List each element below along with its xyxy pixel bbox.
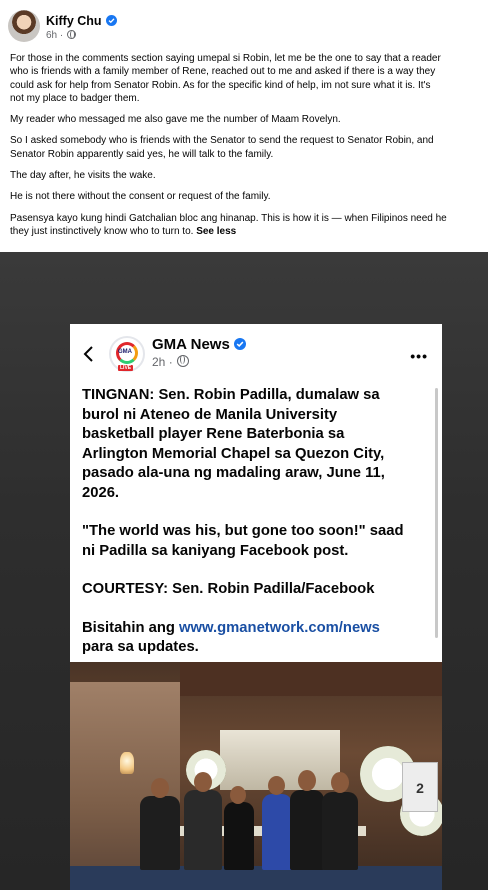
text-line: Senator Robin apparently said yes, he wi… xyxy=(10,148,274,160)
paragraph-4: The day after, he visits the wake. xyxy=(10,169,488,182)
author-name[interactable]: Kiffy Chu xyxy=(46,14,102,28)
text-line-with-see-less: they just instinctively know who to turn… xyxy=(10,225,488,238)
shared-post-time: 2h xyxy=(152,355,166,369)
gma-link: www.gmanetwork.com/news xyxy=(179,619,380,636)
person-head xyxy=(230,786,246,804)
visit-prefix: Bisitahin ang xyxy=(82,619,180,636)
carpet xyxy=(70,866,442,890)
person xyxy=(224,802,254,870)
text-line: could ask for help from Senator Robin. A… xyxy=(10,79,431,91)
jersey-display: 2 xyxy=(402,762,438,812)
text-line: My reader who messaged me also gave me t… xyxy=(10,114,341,126)
page-name-row: GMA News xyxy=(152,336,246,353)
globe-icon xyxy=(177,355,190,367)
screenshot-card: GMA LIVE GMA News 2h · ••• TINGNAN: Sen.… xyxy=(70,324,442,890)
person-head xyxy=(151,778,169,798)
wall-lamp xyxy=(120,752,134,774)
verified-badge-icon xyxy=(233,338,246,350)
gma-news-logo: GMA LIVE xyxy=(109,336,145,372)
paragraph-6: Pasensya kayo kung hindi Gatchalian bloc… xyxy=(10,212,488,239)
ceiling xyxy=(180,662,442,696)
scrollbar xyxy=(435,388,438,638)
paragraph-5: He is not there without the consent or r… xyxy=(10,190,488,203)
meta-separator: · xyxy=(168,355,173,369)
post-body: For those in the comments section saying… xyxy=(10,52,488,246)
person-head xyxy=(298,770,316,791)
text-line: pasado ala-una ng madaling araw, June 11… xyxy=(82,465,385,481)
text-line: For those in the comments section saying… xyxy=(10,53,441,64)
shared-post-meta: 2h · xyxy=(152,355,190,369)
text-line: ni Padilla sa kaniyang Facebook post. xyxy=(82,542,349,559)
avatar[interactable] xyxy=(8,10,40,42)
post-photo[interactable]: GMA LIVE GMA News 2h · ••• TINGNAN: Sen.… xyxy=(0,252,488,890)
news-text: TINGNAN: Sen. Robin Padilla, dumalaw sa … xyxy=(82,386,434,677)
text-line: they just instinctively know who to turn… xyxy=(10,225,194,237)
text-line: COURTESY: Sen. Robin Padilla/Facebook xyxy=(82,581,375,597)
globe-icon xyxy=(67,30,77,39)
news-paragraph-3: COURTESY: Sen. Robin Padilla/Facebook xyxy=(82,580,434,600)
text-line: TINGNAN: Sen. Robin Padilla, dumalaw sa xyxy=(82,387,380,403)
post-meta: 6h · xyxy=(46,30,77,41)
person-head xyxy=(268,776,285,795)
person xyxy=(140,796,180,870)
text-line: So I asked somebody who is friends with … xyxy=(10,135,434,147)
back-arrow-icon xyxy=(83,346,93,362)
author-name-row: Kiffy Chu xyxy=(46,14,117,28)
text-line: not my place to badger them. xyxy=(10,92,140,104)
text-line: basketball player Rene Baterbonia sa xyxy=(82,426,345,442)
page-name: GMA News xyxy=(152,336,230,353)
text-line: 2026. xyxy=(82,484,120,501)
see-less-link[interactable]: See less xyxy=(196,226,236,237)
visit-suffix: para sa updates. xyxy=(82,639,199,655)
text-line: He is not there without the consent or r… xyxy=(10,191,271,203)
news-paragraph-2: "The world was his, but gone too soon!" … xyxy=(82,522,434,561)
text-line: Arlington Memorial Chapel sa Quezon City… xyxy=(82,445,385,462)
wake-photo: 2 xyxy=(70,662,442,890)
person xyxy=(322,792,358,870)
verified-badge-icon xyxy=(105,15,117,26)
paragraph-3: So I asked somebody who is friends with … xyxy=(10,134,488,161)
post-header: Kiffy Chu 6h · xyxy=(0,0,488,48)
person xyxy=(262,794,292,870)
paragraph-1: For those in the comments section saying… xyxy=(10,52,488,105)
text-line: Pasensya kayo kung hindi Gatchalian bloc… xyxy=(10,212,447,224)
news-paragraph-4: Bisitahin ang www.gmanetwork.com/news pa… xyxy=(82,619,434,658)
person xyxy=(184,790,222,870)
person-head xyxy=(194,772,212,792)
person xyxy=(290,790,324,870)
meta-separator: · xyxy=(59,30,64,41)
live-badge: LIVE xyxy=(118,365,134,371)
paragraph-2: My reader who messaged me also gave me t… xyxy=(10,113,488,126)
text-line: The day after, he visits the wake. xyxy=(10,170,156,182)
post-time[interactable]: 6h xyxy=(46,30,57,41)
news-paragraph-1: TINGNAN: Sen. Robin Padilla, dumalaw sa … xyxy=(82,386,434,503)
text-line: "The world was his, but gone too soon!" … xyxy=(82,523,404,539)
text-line: burol ni Ateneo de Manila University xyxy=(82,406,338,423)
person-head xyxy=(331,772,349,793)
text-line: who is friends with a family member of R… xyxy=(10,66,436,78)
logo-text: GMA xyxy=(118,349,132,355)
more-options-icon: ••• xyxy=(410,348,428,364)
